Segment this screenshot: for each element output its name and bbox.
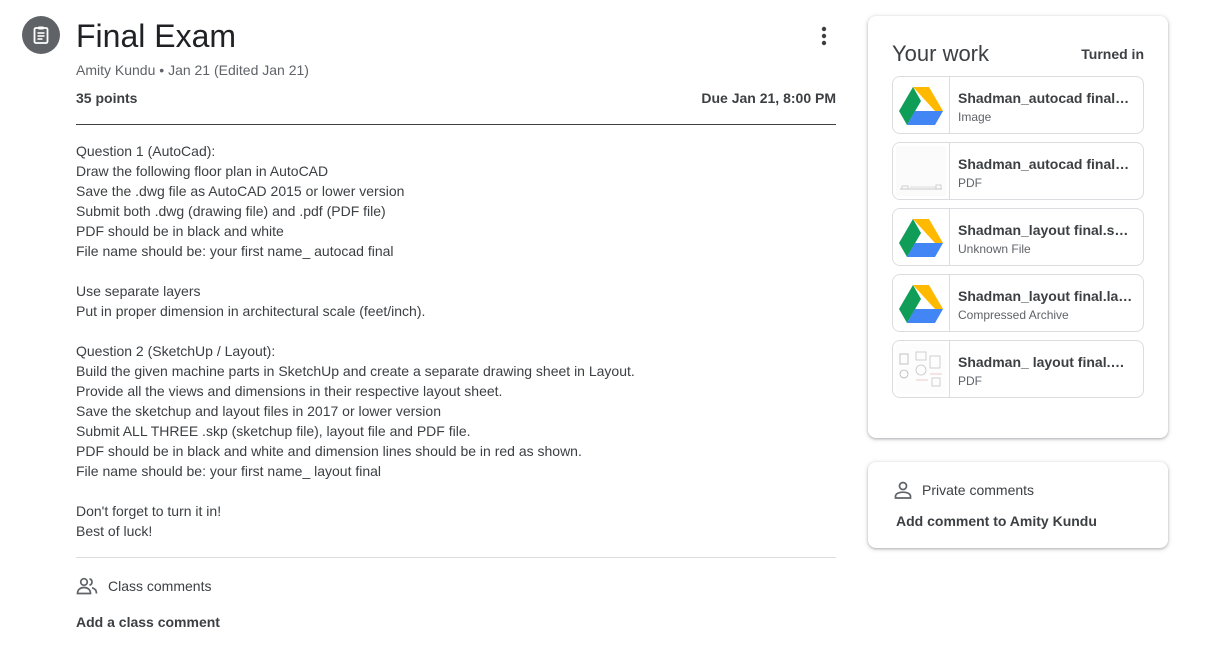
add-class-comment-button[interactable]: Add a class comment xyxy=(76,612,220,632)
more-vert-icon xyxy=(821,26,827,46)
attachment-item[interactable]: Shadman_ layout final.… PDF xyxy=(892,340,1144,398)
instruction-line: Provide all the views and dimensions in … xyxy=(76,383,503,399)
instruction-line: Put in proper dimension in architectural… xyxy=(76,303,426,319)
author-name: Amity Kundu xyxy=(76,62,156,78)
layout-thumbnail xyxy=(893,341,950,397)
your-work-title: Your work xyxy=(892,41,990,66)
attachment-type: Compressed Archive xyxy=(958,308,1069,322)
attachment-item[interactable]: Shadman_autocad final… PDF xyxy=(892,142,1144,200)
pdf-preview-icon xyxy=(896,344,946,394)
instruction-line: Build the given machine parts in SketchU… xyxy=(76,363,635,379)
attachment-type: Image xyxy=(958,110,992,124)
instruction-line: Use separate layers xyxy=(76,283,201,299)
assignment-icon xyxy=(22,16,60,54)
attachment-name: Shadman_autocad final… xyxy=(958,156,1130,172)
instruction-line: Don't forget to turn it in! xyxy=(76,503,222,519)
page-title: Final Exam xyxy=(76,18,237,54)
add-private-comment-button[interactable]: Add comment to Amity Kundu xyxy=(896,511,1097,531)
instruction-line: Question 1 (AutoCad): xyxy=(76,143,216,159)
people-icon xyxy=(76,577,98,595)
drive-icon xyxy=(899,219,943,257)
instruction-line: Draw the following floor plan in AutoCAD xyxy=(76,163,329,179)
due-date-label: Due Jan 21, 8:00 PM xyxy=(701,90,836,106)
attachment-item[interactable]: Shadman_layout final.s… Unknown File xyxy=(892,208,1144,266)
private-comments-header: Private comments xyxy=(894,480,1034,500)
instruction-line: Save the .dwg file as AutoCAD 2015 or lo… xyxy=(76,183,405,199)
private-comments-label: Private comments xyxy=(922,482,1035,498)
attachment-thumbnail xyxy=(893,275,950,331)
attachment-name: Shadman_ layout final.… xyxy=(958,354,1125,370)
attachment-item[interactable]: Shadman_layout final.la… Compressed Arch… xyxy=(892,274,1144,332)
more-options-button[interactable] xyxy=(810,22,838,50)
edited-date: (Edited Jan 21) xyxy=(214,62,309,78)
turned-in-status: Turned in xyxy=(1081,46,1144,62)
instruction-line xyxy=(76,261,836,281)
meta-separator: • xyxy=(159,62,165,78)
attachment-type: PDF xyxy=(958,374,982,388)
instruction-line: PDF should be in black and white and dim… xyxy=(76,443,582,459)
class-comments-header: Class comments xyxy=(76,576,211,596)
post-date: Jan 21 xyxy=(168,62,211,78)
instruction-line: File name should be: your first name_ au… xyxy=(76,243,394,259)
person-icon xyxy=(894,481,912,499)
class-comments-label: Class comments xyxy=(108,578,212,594)
instruction-line xyxy=(76,321,836,341)
instruction-line xyxy=(76,481,836,501)
drive-icon xyxy=(899,285,943,323)
instruction-line: Submit both .dwg (drawing file) and .pdf… xyxy=(76,203,386,219)
attachment-name: Shadman_layout final.s… xyxy=(958,222,1129,238)
attachment-name: Shadman_autocad final… xyxy=(958,90,1130,106)
attachment-type: Unknown File xyxy=(958,242,1031,256)
instructions-body: Question 1 (AutoCad): Draw the following… xyxy=(76,141,836,541)
instruction-line: File name should be: your first name_ la… xyxy=(76,463,382,479)
pdf-preview-icon xyxy=(896,146,946,196)
your-work-card: Your work Turned in Shadman_autocad fina… xyxy=(868,16,1168,438)
attachment-type: PDF xyxy=(958,176,982,190)
attachment-thumbnail xyxy=(893,77,950,133)
drive-icon xyxy=(899,87,943,125)
private-comments-card: Private comments Add comment to Amity Ku… xyxy=(868,462,1168,548)
instruction-line: Question 2 (SketchUp / Layout): xyxy=(76,343,276,359)
instruction-line: Best of luck! xyxy=(76,523,153,539)
points-label: 35 points xyxy=(76,90,138,106)
instruction-line: PDF should be in black and white xyxy=(76,223,284,239)
attachment-thumbnail xyxy=(893,209,950,265)
comments-divider xyxy=(76,557,836,558)
instruction-line: Save the sketchup and layout files in 20… xyxy=(76,403,441,419)
attachment-item[interactable]: Shadman_autocad final… Image xyxy=(892,76,1144,134)
header-divider xyxy=(76,124,836,125)
attachment-name: Shadman_layout final.la… xyxy=(958,288,1133,304)
assignment-meta: Amity Kundu • Jan 21 (Edited Jan 21) xyxy=(76,61,309,79)
floorplan-thumbnail xyxy=(893,143,950,199)
instruction-line: Submit ALL THREE .skp (sketchup file), l… xyxy=(76,423,471,439)
